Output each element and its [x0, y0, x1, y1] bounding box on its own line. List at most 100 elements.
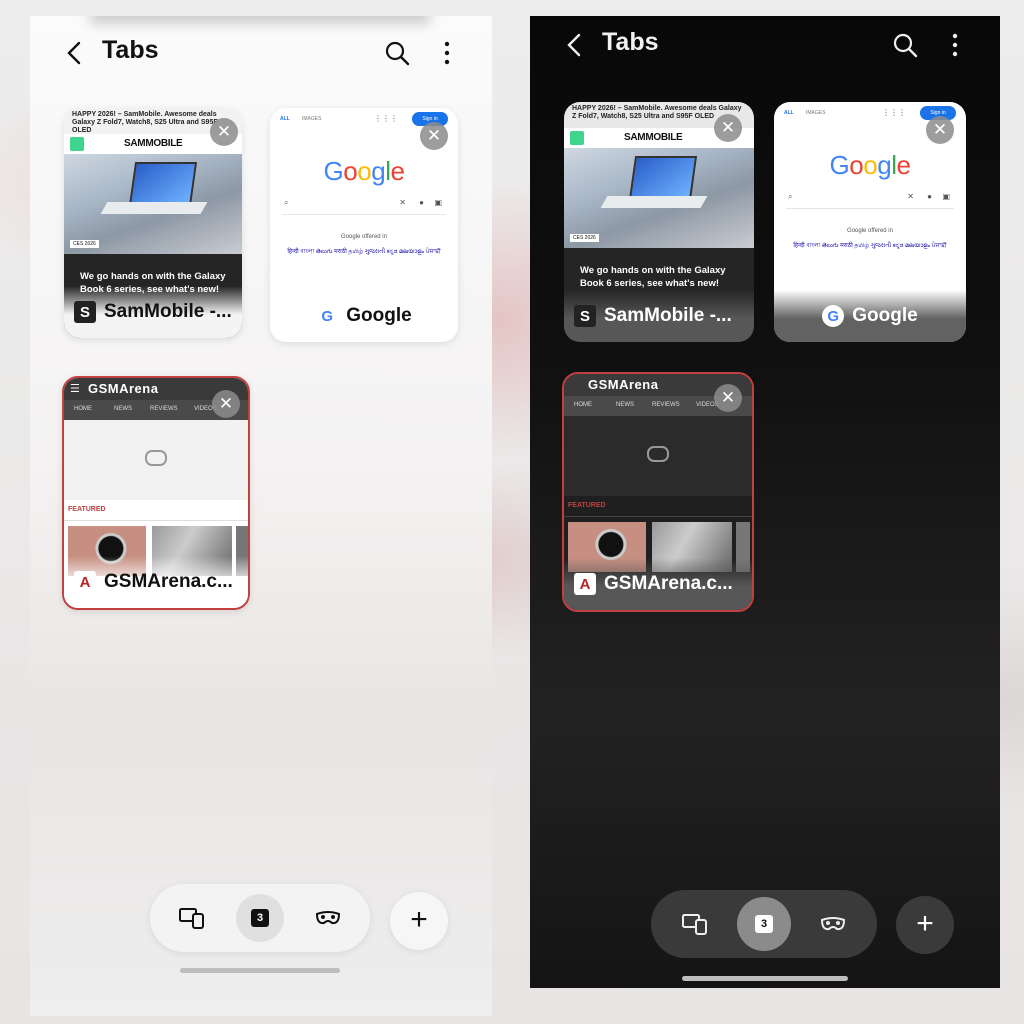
tab-card-google[interactable]: ALL IMAGES ⋮⋮⋮ Sign in Google ⌕ ✕ ● ▣ Go… — [270, 108, 458, 342]
more-vertical-icon[interactable] — [940, 30, 970, 60]
google-tab-all: ALL — [784, 110, 794, 116]
google-logo: Google — [829, 150, 911, 180]
lens-search-icon: ✕ — [907, 192, 914, 201]
article-tag: CES 2026 — [70, 240, 99, 248]
home-indicator[interactable] — [180, 968, 340, 973]
tab-card-google[interactable]: ALL IMAGES ⋮⋮⋮ Sign in Google ⌕ ✕ ● ▣ Go… — [774, 102, 966, 342]
tab-card-gsmarena[interactable]: ☰ GSMArena HOME NEWS REVIEWS VIDEOS FEAT… — [62, 376, 250, 610]
plus-icon: + — [916, 907, 934, 940]
tab-title: SamMobile -... — [604, 305, 732, 326]
tab-card-sammobile[interactable]: HAPPY 2026! – SamMobile. Awesome deals G… — [64, 108, 242, 338]
back-arrow-icon[interactable] — [560, 30, 590, 60]
mic-icon: ● — [927, 192, 932, 201]
nav-news: NEWS — [616, 402, 634, 408]
back-arrow-icon[interactable] — [60, 38, 90, 68]
tabs-header: Tabs — [30, 28, 492, 78]
tab-title: GSMArena.c... — [104, 571, 233, 592]
tab-title-bar: A GSMArena.c... — [564, 558, 752, 610]
apps-grid-icon: ⋮⋮⋮ — [374, 114, 398, 123]
home-indicator[interactable] — [682, 976, 848, 981]
nav-reviews: REVIEWS — [150, 406, 178, 412]
google-languages: हिन्दी বাংলা తెలుగు मराठी தமிழ் ગુજરાતી … — [793, 243, 947, 249]
tab-title: GSMArena.c... — [604, 573, 733, 594]
more-vertical-icon[interactable] — [432, 38, 462, 68]
featured-heading: FEATURED — [568, 502, 606, 509]
devices-button[interactable] — [168, 894, 216, 942]
nav-news: NEWS — [114, 406, 132, 412]
tab-card-sammobile[interactable]: HAPPY 2026! – SamMobile. Awesome deals G… — [564, 102, 754, 342]
gsmarena-favicon: A — [574, 573, 596, 595]
tab-mode-switcher: 3 — [150, 884, 370, 952]
close-icon[interactable]: ✕ — [420, 122, 448, 150]
secret-mode-button[interactable] — [809, 900, 857, 948]
google-offered-in: Google offered in — [847, 228, 893, 234]
devices-icon — [682, 914, 707, 935]
devices-icon — [179, 908, 204, 929]
tab-title-bar: G Google — [774, 290, 966, 342]
site-logo: GSMArena — [88, 381, 159, 396]
tab-mode-switcher: 3 — [651, 890, 877, 958]
tab-title-bar: S SamMobile -... — [64, 286, 242, 338]
close-icon[interactable]: ✕ — [212, 390, 240, 418]
search-icon: ⌕ — [788, 192, 793, 201]
google-logo: Google — [323, 156, 405, 186]
tab-count-button[interactable]: 3 — [236, 894, 284, 942]
light-mode-screen: Tabs HAPPY 2026! – SamMobile. Awesome de… — [30, 16, 492, 1016]
dark-mode-screen: Tabs HAPPY 2026! – SamMobile. Awesome de… — [530, 16, 1000, 988]
close-icon[interactable]: ✕ — [210, 118, 238, 146]
mic-icon: ● — [419, 198, 424, 207]
tabs-header: Tabs — [530, 20, 1000, 70]
new-tab-button[interactable]: + — [896, 896, 954, 954]
new-tab-button[interactable]: + — [390, 892, 448, 950]
featured-heading: FEATURED — [68, 506, 106, 513]
ad-placeholder — [564, 416, 752, 496]
google-favicon: G — [316, 305, 339, 327]
nav-home: HOME — [574, 402, 592, 408]
site-logo: SAMMOBILE — [124, 138, 183, 149]
site-logo: GSMArena — [588, 377, 659, 392]
close-icon[interactable]: ✕ — [714, 384, 742, 412]
page-title: Tabs — [602, 28, 659, 56]
apps-grid-icon: ⋮⋮⋮ — [882, 108, 906, 117]
tab-count-badge: 3 — [755, 915, 773, 933]
google-favicon: G — [822, 305, 845, 327]
google-search-box: ⌕ ✕ ● ▣ — [786, 190, 954, 209]
tab-title-bar: G Google — [270, 290, 458, 342]
google-tab-images: IMAGES — [806, 110, 826, 116]
tab-count-button[interactable]: 3 — [737, 897, 791, 951]
sammobile-favicon: S — [74, 301, 96, 323]
tab-card-gsmarena[interactable]: GSMArena HOME NEWS REVIEWS VIDEOS FEATUR… — [562, 372, 754, 612]
google-tab-images: IMAGES — [302, 116, 322, 122]
article-headline: We go hands on with the Galaxy Book 6 se… — [580, 265, 726, 289]
gsmarena-favicon: A — [74, 571, 96, 593]
nav-home: HOME — [74, 406, 92, 412]
sammobile-favicon: S — [574, 305, 596, 327]
tab-count-badge: 3 — [251, 909, 269, 927]
tab-title: Google — [346, 305, 412, 326]
secret-mode-button[interactable] — [304, 894, 352, 942]
ad-placeholder — [64, 420, 248, 500]
lens-search-icon: ✕ — [399, 198, 406, 207]
google-search-box: ⌕ ✕ ● ▣ — [282, 196, 446, 215]
search-icon[interactable] — [890, 30, 920, 60]
page-title: Tabs — [102, 36, 159, 64]
tab-title-bar: S SamMobile -... — [564, 290, 754, 342]
plus-icon: + — [410, 903, 428, 936]
google-tab-all: ALL — [280, 116, 290, 122]
tab-title: SamMobile -... — [104, 301, 232, 322]
google-offered-in: Google offered in — [341, 234, 387, 240]
devices-button[interactable] — [671, 900, 719, 948]
article-photo: CES 2026 — [564, 148, 754, 248]
site-logo: SAMMOBILE — [624, 132, 683, 143]
camera-icon: ▣ — [942, 192, 950, 201]
tab-title: Google — [852, 305, 918, 326]
search-icon — [70, 137, 84, 151]
close-icon[interactable]: ✕ — [926, 116, 954, 144]
secret-mode-mask-icon — [315, 911, 341, 925]
article-photo: CES 2026 — [64, 154, 242, 254]
close-icon[interactable]: ✕ — [714, 114, 742, 142]
search-icon[interactable] — [382, 38, 412, 68]
google-languages: हिन्दी বাংলা తెలుగు मराठी தமிழ் ગુજરાતી … — [287, 249, 441, 255]
tab-title-bar: A GSMArena.c... — [64, 556, 248, 608]
camera-icon: ▣ — [434, 198, 442, 207]
